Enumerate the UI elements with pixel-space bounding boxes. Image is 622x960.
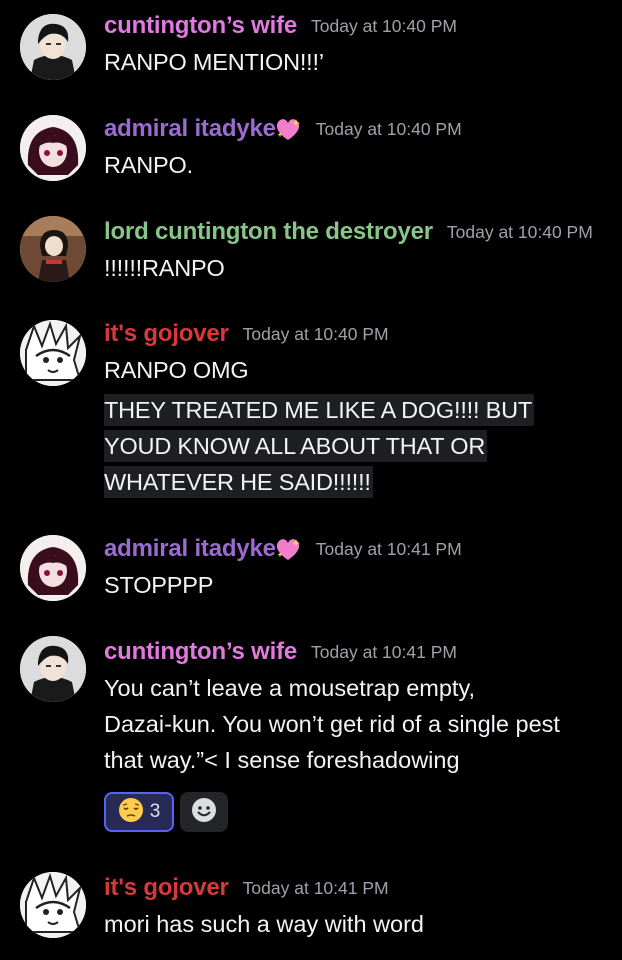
- message-text: RANPO MENTION!!!’: [104, 49, 324, 75]
- message-text: STOPPPP: [104, 572, 214, 598]
- timestamp: Today at 10:40 PM: [315, 118, 462, 139]
- highlighted-line: WHATEVER HE SAID!!!!!!: [104, 466, 373, 498]
- avatar[interactable]: [20, 14, 86, 80]
- reactions-bar: 3: [104, 792, 614, 834]
- message-text-highlighted: YOUD KNOW ALL ABOUT THAT OR: [104, 428, 614, 464]
- message-text-highlighted: WHATEVER HE SAID!!!!!!: [104, 464, 614, 500]
- avatar[interactable]: [20, 872, 86, 938]
- add-reaction-icon: [191, 797, 217, 828]
- username[interactable]: cuntington’s wife: [104, 12, 297, 39]
- add-reaction-button[interactable]: [180, 792, 228, 832]
- avatar[interactable]: [20, 320, 86, 386]
- timestamp: Today at 10:41 PM: [242, 877, 389, 898]
- message-text: !!!!!!RANPO: [104, 255, 225, 281]
- message-text-highlighted: THEY TREATED ME LIKE A DOG!!!! BUT: [104, 392, 614, 428]
- sparkling-heart-icon: [274, 116, 302, 142]
- username[interactable]: it's gojover: [104, 320, 229, 347]
- reaction-pensive[interactable]: 3: [104, 792, 174, 832]
- pensive-face-icon: [118, 797, 144, 828]
- avatar[interactable]: [20, 115, 86, 181]
- message-text: You can’t leave a mousetrap empty,: [104, 675, 475, 701]
- avatar[interactable]: [20, 216, 86, 282]
- username[interactable]: lord cuntington the destroyer: [104, 218, 433, 245]
- message-text: that way.”< I sense foreshadowing: [104, 747, 460, 773]
- timestamp: Today at 10:40 PM: [242, 323, 389, 344]
- timestamp: Today at 10:41 PM: [311, 641, 457, 662]
- highlighted-line: YOUD KNOW ALL ABOUT THAT OR: [104, 430, 488, 462]
- message-text: RANPO.: [104, 152, 193, 178]
- username[interactable]: admiral itadyke: [104, 535, 276, 562]
- message-text: mori has such a way with word: [104, 911, 424, 937]
- username[interactable]: it's gojover: [104, 874, 229, 901]
- timestamp: Today at 10:41 PM: [315, 538, 462, 559]
- avatar[interactable]: [20, 636, 86, 702]
- timestamp: Today at 10:40 PM: [446, 221, 593, 242]
- reaction-count: 3: [149, 801, 161, 822]
- highlighted-line: THEY TREATED ME LIKE A DOG!!!! BUT: [104, 394, 535, 426]
- avatar[interactable]: [20, 535, 86, 601]
- username[interactable]: cuntington’s wife: [104, 638, 297, 665]
- timestamp: Today at 10:40 PM: [311, 15, 457, 36]
- message-text: RANPO OMG: [104, 357, 249, 383]
- sparkling-heart-icon: [274, 536, 302, 562]
- username[interactable]: admiral itadyke: [104, 115, 276, 142]
- message-text: Dazai-kun. You won’t get rid of a single…: [104, 711, 560, 737]
